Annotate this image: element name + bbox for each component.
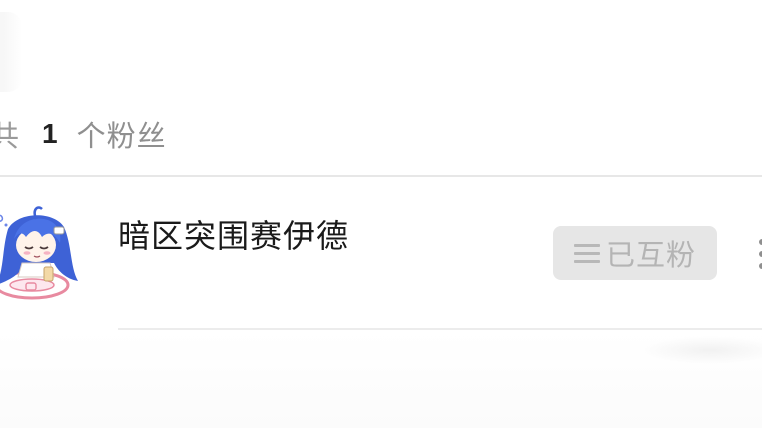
menu-lines-icon <box>573 242 600 264</box>
fan-list-item[interactable]: 暗区突围赛伊德 已互粉 <box>0 177 762 329</box>
previous-card-edge <box>0 12 22 92</box>
mutual-follow-label: 已互粉 <box>605 238 696 272</box>
top-area <box>0 0 762 100</box>
fan-name[interactable]: 暗区突围赛伊德 <box>118 211 349 257</box>
fan-count-prefix: 共 <box>0 119 21 153</box>
more-dots-icon[interactable] <box>756 237 762 271</box>
floating-shadow <box>640 336 762 364</box>
fan-count-suffix: 个粉丝 <box>76 119 167 153</box>
fan-count-summary: 共 1 个粉丝 <box>0 114 167 154</box>
mutual-follow-button[interactable]: 已互粉 <box>553 226 717 280</box>
fans-page: 共 1 个粉丝 暗区突围赛伊德 已互粉 <box>0 0 762 428</box>
fan-count-number: 1 <box>42 118 59 149</box>
anime-girl-avatar-icon[interactable] <box>0 205 88 305</box>
